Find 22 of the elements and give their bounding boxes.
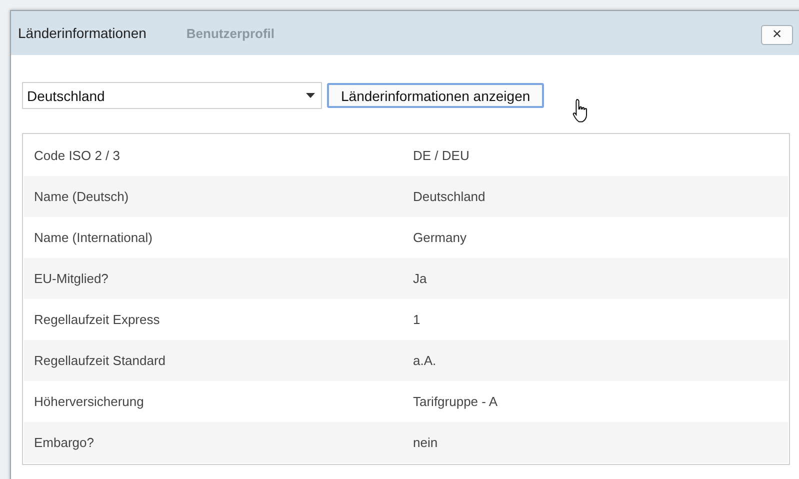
value-cell-text: Tarifgruppe - A xyxy=(412,393,499,411)
label-cell-text: Embargo? xyxy=(33,434,95,452)
value-cell-text: Deutschland xyxy=(412,188,486,206)
value-cell-text: a.A. xyxy=(412,352,438,370)
label-cell-text: Name (Deutsch) xyxy=(33,188,130,206)
label-cell-text: Code ISO 2 / 3 xyxy=(33,147,121,165)
value-cell-text: nein xyxy=(412,434,439,452)
show-info-button[interactable]: Länderinformationen anzeigen xyxy=(327,83,544,108)
close-button[interactable]: × xyxy=(761,25,793,45)
label-cell-text: Name (International) xyxy=(33,229,154,247)
label-cell-text: Regellaufzeit Express xyxy=(33,311,161,329)
label-cell-text: EU-Mitglied? xyxy=(33,270,110,288)
value-cell-text: Germany xyxy=(412,229,468,247)
value-cell-text: Ja xyxy=(412,270,428,288)
country-dropdown[interactable]: Deutschland xyxy=(22,82,322,109)
caret-icon xyxy=(306,93,315,98)
value-cell-text: 1 xyxy=(412,311,422,329)
value-cell-text: DE / DEU xyxy=(412,147,470,165)
label-cell-text: Höherversicherung xyxy=(33,393,145,411)
label-cell-text: Regellaufzeit Standard xyxy=(33,352,167,370)
window-title: Länderinformationen xyxy=(18,25,146,41)
background-nav-label: Benutzerprofil xyxy=(186,26,275,40)
